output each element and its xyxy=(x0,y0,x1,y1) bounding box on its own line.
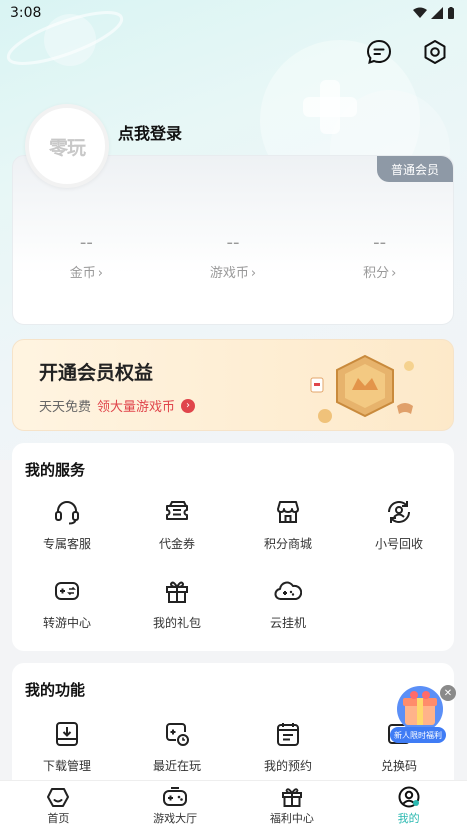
status-icons xyxy=(413,6,455,20)
vip-subtitle: 天天免费 领大量游戏币 › xyxy=(39,396,196,415)
service-label: 我的礼包 xyxy=(152,616,201,630)
gift-icon xyxy=(281,787,302,807)
avatar[interactable]: 零玩 xyxy=(25,104,109,188)
recent-game-icon xyxy=(162,719,192,749)
tab-home[interactable]: 首页 xyxy=(0,781,117,830)
plus-decoration xyxy=(303,80,357,134)
store-icon xyxy=(273,497,303,527)
services-title: 我的服务 xyxy=(25,461,86,479)
coupon-icon xyxy=(162,497,192,527)
chevron-right-icon: › xyxy=(250,266,257,281)
profile-icon xyxy=(398,786,420,807)
cloud-gamepad-icon xyxy=(273,576,303,606)
download-icon xyxy=(52,719,82,749)
status-bar: 3:08 xyxy=(0,0,467,26)
status-time: 3:08 xyxy=(10,5,42,21)
promo-label: 新人限时福利 xyxy=(390,727,446,743)
member-level-badge: 普通会员 xyxy=(376,156,453,182)
function-item-recently-played[interactable]: 最近在玩 xyxy=(122,719,232,774)
tab-game-hall[interactable]: 游戏大厅 xyxy=(117,781,234,830)
services-panel: 我的服务 专属客服 代金券 积分商城 小号回收 转游中心 我的礼包 云挂机 xyxy=(12,443,454,651)
login-link[interactable]: 点我登录 xyxy=(118,120,182,144)
service-item-coupons[interactable]: 代金券 xyxy=(122,497,232,552)
stat-value: -- xyxy=(373,232,387,253)
stat-label: 游戏币 xyxy=(209,266,249,281)
avatar-logo-text: 零玩 xyxy=(48,136,86,159)
chevron-right-icon: › xyxy=(391,266,397,281)
message-button[interactable] xyxy=(365,38,393,66)
stat-value: -- xyxy=(79,232,93,253)
message-icon xyxy=(366,39,392,64)
function-label: 下载管理 xyxy=(42,759,91,773)
service-label: 转游中心 xyxy=(42,616,91,630)
function-label: 我的预约 xyxy=(263,759,312,773)
service-label: 云挂机 xyxy=(269,616,306,630)
stat-points[interactable]: -- 积分 › xyxy=(306,228,453,281)
gamepad-icon xyxy=(52,576,82,606)
battery-icon xyxy=(448,6,454,19)
gamepad-icon xyxy=(163,786,188,806)
newcomer-promo-floating-button[interactable]: ✕ 新人限时福利 xyxy=(390,685,456,745)
stat-label-wrapper: 金币 › xyxy=(13,262,160,281)
vip-treasure-illustration xyxy=(310,354,414,423)
chevron-right-icon: › xyxy=(97,266,103,281)
function-label: 最近在玩 xyxy=(152,759,201,773)
recycle-icon xyxy=(384,497,414,527)
stat-label: 积分 xyxy=(363,266,390,281)
close-icon[interactable]: ✕ xyxy=(440,685,456,701)
stat-value: -- xyxy=(226,232,240,253)
functions-title: 我的功能 xyxy=(25,681,86,699)
home-icon xyxy=(47,787,70,807)
service-label: 小号回收 xyxy=(374,537,423,551)
settings-button[interactable] xyxy=(421,38,449,66)
stat-game-coins[interactable]: -- 游戏币 › xyxy=(160,228,307,281)
vip-sub-highlight: 领大量游戏币 xyxy=(97,400,176,415)
service-label: 积分商城 xyxy=(263,537,312,551)
top-actions xyxy=(365,38,449,66)
service-item-my-gifts[interactable]: 我的礼包 xyxy=(122,576,232,631)
tab-welfare-center[interactable]: 福利中心 xyxy=(234,781,351,830)
vip-banner[interactable]: 开通会员权益 天天免费 领大量游戏币 › xyxy=(12,339,454,431)
signal-icon xyxy=(431,7,443,19)
tab-label: 福利中心 xyxy=(269,811,314,825)
calendar-icon xyxy=(273,719,303,749)
gear-icon xyxy=(424,40,446,64)
function-item-downloads[interactable]: 下载管理 xyxy=(12,719,122,774)
function-item-my-reservations[interactable]: 我的预约 xyxy=(233,719,343,774)
function-label: 兑换码 xyxy=(380,759,417,773)
service-item-points-store[interactable]: 积分商城 xyxy=(233,497,343,552)
gift-icon xyxy=(162,576,192,606)
service-item-transfer-center[interactable]: 转游中心 xyxy=(12,576,122,631)
tab-mine[interactable]: 我的 xyxy=(350,781,467,830)
stat-label: 金币 xyxy=(69,266,96,281)
service-item-customer-support[interactable]: 专属客服 xyxy=(12,497,122,552)
vip-title: 开通会员权益 xyxy=(39,362,154,384)
stat-label-wrapper: 游戏币 › xyxy=(160,262,307,281)
tab-label: 游戏大厅 xyxy=(153,811,198,825)
bottom-tab-bar: 首页 游戏大厅 福利中心 我的 xyxy=(0,780,467,830)
member-stats: -- 金币 › -- 游戏币 › -- 积分 › xyxy=(13,228,453,281)
service-label: 代金券 xyxy=(158,537,195,551)
service-item-account-recycle[interactable]: 小号回收 xyxy=(344,497,454,552)
service-label: 专属客服 xyxy=(42,537,91,551)
service-item-cloud-hosting[interactable]: 云挂机 xyxy=(233,576,343,631)
wifi-icon xyxy=(413,7,427,18)
headset-icon xyxy=(52,497,82,527)
chevron-right-icon: › xyxy=(181,398,196,413)
tab-label: 我的 xyxy=(397,811,420,825)
stat-label-wrapper: 积分 › xyxy=(306,262,453,281)
tab-label: 首页 xyxy=(47,811,70,825)
vip-sub-prefix: 天天免费 xyxy=(39,400,92,415)
stat-gold-coins[interactable]: -- 金币 › xyxy=(13,228,160,281)
